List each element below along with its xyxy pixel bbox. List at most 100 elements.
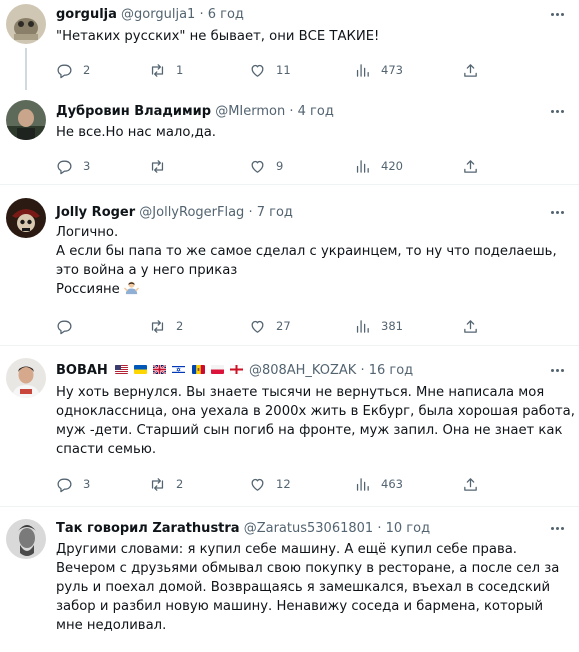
- tweet[interactable]: Так говорил Zarathustra @Zaratus53061801…: [0, 507, 579, 652]
- retweet-count: 1: [176, 63, 184, 77]
- reply-button[interactable]: [56, 316, 83, 336]
- name-flags: [114, 363, 249, 378]
- tweet-text-line: Не все.Но нас мало,да.: [56, 125, 216, 140]
- tweet-header: Так говорил Zarathustra @Zaratus53061801…: [56, 521, 431, 536]
- share-icon: [464, 319, 477, 333]
- retweet-icon: [151, 319, 164, 333]
- more-icon[interactable]: [547, 523, 567, 533]
- share-button[interactable]: [462, 316, 479, 336]
- israel-flag-icon: [172, 365, 186, 374]
- tweet-header: ВОВАН @808AH_KOZAK · 16 год: [56, 363, 414, 378]
- views-button[interactable]: 463: [354, 474, 403, 494]
- display-name[interactable]: Так говорил Zarathustra: [56, 521, 240, 536]
- views-count: 473: [381, 63, 403, 77]
- tweet-text-line: спасти семью.: [56, 442, 157, 457]
- like-button[interactable]: 12: [249, 474, 291, 494]
- tweet-text: Не все.Но нас мало,да.: [56, 123, 568, 142]
- timestamp[interactable]: 10 год: [386, 521, 430, 536]
- avatar[interactable]: [6, 358, 46, 398]
- retweet-icon: [151, 63, 164, 77]
- tweet[interactable]: Дубровин Владимир @MIermon · 4 год Не вс…: [0, 92, 579, 183]
- tweet[interactable]: gorgulja @gorgulja1 · 6 год "Нетаких рус…: [0, 0, 579, 92]
- retweet-count: 2: [176, 477, 184, 491]
- reply-thread: gorgulja @gorgulja1 · 6 год "Нетаких рус…: [0, 0, 579, 652]
- more-icon[interactable]: [547, 365, 567, 375]
- timestamp[interactable]: 6 год: [208, 7, 244, 22]
- action-bar: 2 27 381: [56, 316, 536, 336]
- share-button[interactable]: [462, 474, 479, 494]
- action-bar: 3 9 420: [56, 156, 536, 176]
- action-bar: 2 1 11 473: [56, 60, 536, 80]
- tweet-text-line: А если бы папа то же самое сделал с укра…: [56, 244, 557, 259]
- retweet-button[interactable]: 2: [149, 316, 183, 336]
- timestamp[interactable]: 16 год: [369, 363, 413, 378]
- timestamp[interactable]: 4 год: [298, 104, 334, 119]
- display-name[interactable]: gorgulja: [56, 7, 117, 22]
- avatar[interactable]: [6, 100, 46, 140]
- tweet-text: "Нетаких русских" не бывает, они ВСЕ ТАК…: [56, 27, 568, 46]
- user-handle[interactable]: @MIermon: [215, 104, 285, 119]
- reply-button[interactable]: 2: [56, 60, 90, 80]
- avatar[interactable]: [6, 4, 46, 44]
- like-count: 12: [276, 477, 291, 491]
- tweet-text: Ну хоть вернулся. Вы знаете тысячи не ве…: [56, 383, 575, 459]
- like-count: 27: [276, 319, 291, 333]
- display-name[interactable]: Jolly Roger: [56, 205, 135, 220]
- views-button[interactable]: 381: [354, 316, 403, 336]
- tweet-text-line: забор и разбил новую машину. Ненавижу со…: [56, 599, 544, 614]
- share-button[interactable]: [462, 156, 479, 176]
- user-handle[interactable]: @808AH_KOZAK: [249, 363, 356, 378]
- like-button[interactable]: 11: [249, 60, 291, 80]
- views-icon: [356, 63, 369, 77]
- user-handle[interactable]: @gorgulja1: [121, 7, 195, 22]
- reply-count: 2: [83, 63, 91, 77]
- retweet-icon: [151, 477, 164, 491]
- tweet-text-line: Вечером с друзьями обмывал свою покупку …: [56, 561, 560, 576]
- user-handle[interactable]: @JollyRogerFlag: [139, 205, 244, 220]
- avatar[interactable]: [6, 198, 46, 238]
- display-name[interactable]: Дубровин Владимир: [56, 104, 211, 119]
- tweet-text-line: одноклассница, она уехала в 2000х жить в…: [56, 404, 575, 419]
- tweet-text-line: Ну хоть вернулся. Вы знаете тысячи не ве…: [56, 385, 545, 400]
- retweet-button[interactable]: 1: [149, 60, 183, 80]
- more-icon[interactable]: [547, 9, 567, 19]
- retweet-icon: [151, 159, 164, 173]
- more-icon[interactable]: [547, 106, 567, 116]
- like-count: 9: [276, 159, 284, 173]
- usa-flag-icon: [114, 365, 128, 374]
- timestamp[interactable]: 7 год: [257, 205, 293, 220]
- tweet-header: Jolly Roger @JollyRogerFlag · 7 год: [56, 205, 293, 220]
- more-icon[interactable]: [547, 207, 567, 217]
- action-bar: 3 2 12 463: [56, 474, 536, 494]
- tweet-text: Другими словами: я купил себе машину. А …: [56, 540, 568, 635]
- ukraine-flag-icon: [134, 365, 148, 374]
- moldova-flag-icon: [191, 365, 205, 374]
- like-button[interactable]: 9: [249, 156, 283, 176]
- reply-count: 3: [83, 477, 91, 491]
- retweet-button[interactable]: [149, 156, 176, 176]
- share-button[interactable]: [462, 60, 479, 80]
- tweet-text-line: мне недоливал.: [56, 618, 167, 633]
- reply-button[interactable]: 3: [56, 474, 90, 494]
- like-button[interactable]: 27: [249, 316, 291, 336]
- poland-flag-icon: [210, 365, 224, 374]
- shrug-emoji-icon: [124, 281, 139, 294]
- display-name[interactable]: ВОВАН: [56, 363, 108, 378]
- thread-connector-line: [25, 48, 27, 90]
- tweet-header: Дубровин Владимир @MIermon · 4 год: [56, 104, 334, 119]
- like-icon: [251, 160, 264, 173]
- retweet-button[interactable]: 2: [149, 474, 183, 494]
- views-button[interactable]: 420: [354, 156, 403, 176]
- avatar[interactable]: [6, 519, 46, 559]
- user-handle[interactable]: @Zaratus53061801: [244, 521, 373, 536]
- tweet[interactable]: ВОВАН @808AH_KOZAK · 16 год Ну хоть верн…: [0, 346, 579, 505]
- tweet-text-line: это война а у него приказ: [56, 263, 238, 278]
- reply-button[interactable]: 3: [56, 156, 90, 176]
- views-icon: [356, 477, 369, 491]
- tweet[interactable]: Jolly Roger @JollyRogerFlag · 7 год Логи…: [0, 185, 579, 344]
- views-icon: [356, 159, 369, 173]
- tweet-text-line: Другими словами: я купил себе машину. А …: [56, 542, 517, 557]
- tweet-text-line: муж -дети. Старший сын погиб на фронте, …: [56, 423, 563, 438]
- like-count: 11: [276, 63, 291, 77]
- views-button[interactable]: 473: [354, 60, 403, 80]
